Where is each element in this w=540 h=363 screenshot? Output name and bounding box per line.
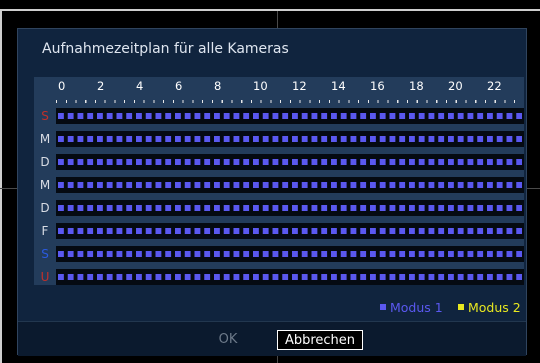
day-schedule-row[interactable] — [56, 177, 524, 193]
recording-slots[interactable] — [58, 274, 522, 280]
recording-slots[interactable] — [58, 159, 522, 165]
day-schedule-row[interactable] — [56, 269, 524, 285]
hour-label: 2 — [97, 79, 105, 93]
day-label: U — [40, 270, 50, 284]
day-label: S — [41, 109, 49, 123]
cancel-button[interactable]: Abbrechen — [277, 330, 363, 350]
recording-slots[interactable] — [58, 228, 522, 234]
legend-mode1-label: Modus 1 — [390, 300, 443, 315]
day-schedule-row[interactable] — [56, 223, 524, 239]
legend-mode2: Modus 2 — [458, 300, 521, 315]
schedule-grid: 0 2 4 6 8 10 12 14 16 18 20 22 SMDMDFSU — [34, 77, 524, 285]
hour-label: 6 — [175, 79, 183, 93]
recording-slots[interactable] — [58, 136, 522, 142]
hour-header: 0 2 4 6 8 10 12 14 16 18 20 22 — [56, 77, 524, 97]
day-label: D — [40, 201, 50, 215]
day-label: F — [41, 224, 49, 238]
hour-label: 0 — [58, 79, 66, 93]
hour-ticks — [56, 97, 524, 103]
day-schedule-row[interactable] — [56, 131, 524, 147]
legend-mode1: Modus 1 — [380, 300, 443, 315]
day-schedule-row[interactable] — [56, 154, 524, 170]
hour-label: 12 — [292, 79, 307, 93]
recording-schedule-dialog: Aufnahmezeitplan für alle Kameras 0 2 4 6 8 1… — [17, 28, 527, 356]
hour-label: 20 — [448, 79, 463, 93]
legend-mode2-label: Modus 2 — [468, 300, 521, 315]
hour-label: 16 — [370, 79, 385, 93]
day-schedule-row[interactable] — [56, 200, 524, 216]
hour-label: 8 — [214, 79, 222, 93]
dialog-footer: OK Abbrechen — [18, 321, 526, 356]
screen-frame-top — [0, 9, 540, 11]
recording-slots[interactable] — [58, 113, 522, 119]
hour-label: 22 — [487, 79, 502, 93]
mode2-swatch-icon — [458, 304, 464, 310]
hour-label: 14 — [331, 79, 346, 93]
hour-label: 4 — [136, 79, 144, 93]
mode1-swatch-icon — [380, 304, 386, 310]
ok-button[interactable]: OK — [210, 330, 246, 350]
day-label: M — [39, 178, 51, 192]
day-label: M — [39, 132, 51, 146]
recording-slots[interactable] — [58, 182, 522, 188]
day-label: D — [40, 155, 50, 169]
recording-slots[interactable] — [58, 205, 522, 211]
recording-slots[interactable] — [58, 251, 522, 257]
day-schedule-row[interactable] — [56, 108, 524, 124]
hour-label: 10 — [253, 79, 268, 93]
day-label: S — [41, 247, 49, 261]
day-schedule-row[interactable] — [56, 246, 524, 262]
screen-frame-left — [0, 9, 2, 363]
dialog-title: Aufnahmezeitplan für alle Kameras — [42, 41, 289, 57]
hour-label: 18 — [409, 79, 424, 93]
